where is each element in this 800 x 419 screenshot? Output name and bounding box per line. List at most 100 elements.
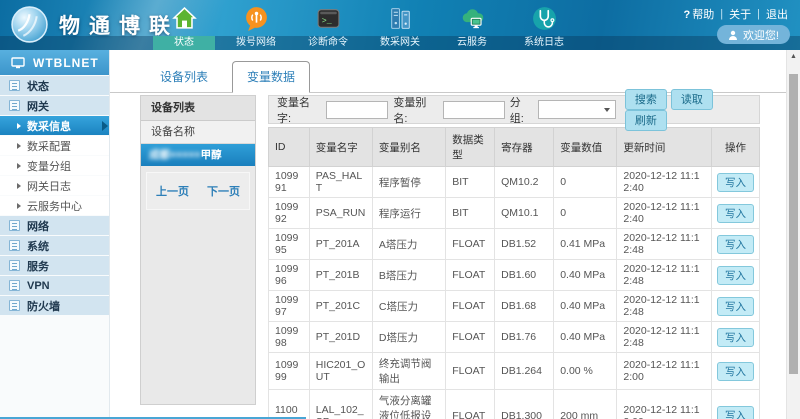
sidebar-item-network[interactable]: 网络 — [0, 216, 109, 235]
logout-link[interactable]: 退出 — [766, 6, 788, 22]
arrow-right-icon — [17, 123, 21, 129]
sidebar-item-label: 云服务中心 — [27, 198, 82, 214]
filter-buttons: 搜索读取刷新 — [621, 89, 751, 131]
sidebar: WTBLNET 状态网关数采信息数采配置变量分组网关日志云服务中心网络系统服务V… — [0, 50, 110, 419]
sidebar-item-label: 系统 — [27, 238, 49, 254]
top-links: ?帮助|关于|退出 — [684, 6, 788, 22]
sidebar-item-status[interactable]: 状态 — [0, 76, 109, 95]
sidebar-item-gateway-log[interactable]: 网关日志 — [0, 176, 109, 195]
refresh-button[interactable]: 刷新 — [625, 110, 667, 131]
list-icon — [9, 80, 20, 91]
var-alias-label: 变量别名: — [393, 94, 437, 126]
home-icon — [148, 3, 220, 34]
write-button[interactable]: 写入 — [717, 235, 754, 254]
device-next-page-link[interactable]: 下一页 — [207, 183, 240, 199]
sidebar-item-label: 状态 — [27, 78, 49, 94]
nav-item-data-gateway[interactable]: 数采网关 — [364, 0, 436, 50]
top-bar: 物通博联 状态拨号网络>_诊断命令数采网关云服务系统日志 ?帮助|关于|退出 欢… — [0, 0, 800, 50]
table-row: 110046LAL_102_SP气液分离罐液位低报设定FLOATDB1.3002… — [269, 390, 760, 419]
nav-item-label: 数采网关 — [369, 36, 431, 50]
cell-register: DB1.60 — [495, 260, 554, 291]
device-panel: 设备列表 设备名称 成都×××××甲醇 上一页 下一页 — [140, 95, 256, 405]
read-button[interactable]: 读取 — [671, 89, 713, 110]
device-name-redacted: 成都××××× — [149, 149, 201, 161]
nav-item-system-log[interactable]: 系统日志 — [508, 0, 580, 50]
cell-name: HIC201_OUT — [309, 353, 372, 390]
write-button[interactable]: 写入 — [717, 362, 754, 381]
scroll-up-icon[interactable]: ▲ — [787, 50, 800, 64]
arrow-right-icon — [17, 163, 21, 169]
tab-variable-data[interactable]: 变量数据 — [232, 61, 310, 93]
table-row: 109999HIC201_OUT终充调节阀输出FLOATDB1.2640.00 … — [269, 353, 760, 390]
cell-name: PT_201A — [309, 229, 372, 260]
nav-item-dial-network[interactable]: 拨号网络 — [220, 0, 292, 50]
filter-bar: 变量名字: 变量别名: 分组: 搜索读取刷新 — [268, 95, 760, 124]
dial-network-icon — [220, 3, 292, 34]
about-link[interactable]: 关于 — [729, 6, 751, 22]
var-name-input[interactable] — [326, 101, 388, 119]
sidebar-item-data-config[interactable]: 数采配置 — [0, 136, 109, 155]
write-button[interactable]: 写入 — [717, 173, 754, 192]
nav-item-cloud-service[interactable]: 云服务 — [436, 0, 508, 50]
cell-updated: 2020-12-12 11:12:48 — [617, 229, 712, 260]
table-row: 109998PT_201DD塔压力FLOATDB1.760.40 MPa2020… — [269, 322, 760, 353]
cell-alias: 程序暂停 — [372, 167, 445, 198]
terminal-icon: >_ — [292, 3, 364, 34]
sidebar-item-vpn[interactable]: VPN — [0, 276, 109, 295]
sidebar-item-service[interactable]: 服务 — [0, 256, 109, 275]
nav-item-status[interactable]: 状态 — [148, 0, 220, 50]
cell-type: FLOAT — [446, 390, 495, 419]
write-button[interactable]: 写入 — [717, 204, 754, 223]
sidebar-item-gateway[interactable]: 网关 — [0, 96, 109, 115]
nav-item-diagnostic[interactable]: >_诊断命令 — [292, 0, 364, 50]
write-button[interactable]: 写入 — [717, 297, 754, 316]
welcome-badge[interactable]: 欢迎您! — [717, 25, 790, 44]
device-item-selected[interactable]: 成都×××××甲醇 — [141, 144, 255, 166]
cell-updated: 2020-12-12 11:12:00 — [617, 353, 712, 390]
cell-value: 0 — [554, 198, 617, 229]
cell-updated: 2020-12-12 11:12:48 — [617, 291, 712, 322]
cell-name: PAS_HALT — [309, 167, 372, 198]
write-button[interactable]: 写入 — [717, 328, 754, 347]
sidebar-item-system[interactable]: 系统 — [0, 236, 109, 255]
var-alias-input[interactable] — [443, 101, 505, 119]
list-icon — [9, 100, 20, 111]
cell-action: 写入 — [712, 322, 760, 353]
cell-alias: 终充调节阀输出 — [372, 353, 445, 390]
main-area: 设备列表变量数据 设备列表 设备名称 成都×××××甲醇 上一页 下一页 变量名… — [110, 50, 786, 419]
scrollbar-thumb[interactable] — [789, 74, 798, 374]
cell-register: DB1.264 — [495, 353, 554, 390]
cell-updated: 2020-12-12 11:12:40 — [617, 167, 712, 198]
group-select[interactable] — [538, 100, 615, 119]
cell-id: 109999 — [269, 353, 310, 390]
group-label: 分组: — [510, 94, 534, 126]
cell-type: BIT — [446, 198, 495, 229]
help-link[interactable]: ?帮助 — [684, 6, 715, 22]
tab-device-list[interactable]: 设备列表 — [146, 62, 222, 92]
cell-type: FLOAT — [446, 322, 495, 353]
column-header: 变量名字 — [309, 128, 372, 167]
content-area: 设备列表 设备名称 成都×××××甲醇 上一页 下一页 变量名字: 变量别名: … — [110, 93, 786, 419]
cell-alias: D塔压力 — [372, 322, 445, 353]
sidebar-item-cloud-center[interactable]: 云服务中心 — [0, 196, 109, 215]
cell-updated: 2020-12-12 11:12:00 — [617, 390, 712, 419]
write-button[interactable]: 写入 — [717, 406, 754, 419]
search-button[interactable]: 搜索 — [625, 89, 667, 110]
cell-type: FLOAT — [446, 291, 495, 322]
list-icon — [9, 220, 20, 231]
variable-table: ID变量名字变量别名数据类型寄存器变量数值更新时间操作109991PAS_HAL… — [268, 127, 760, 419]
sidebar-item-var-group[interactable]: 变量分组 — [0, 156, 109, 175]
write-button[interactable]: 写入 — [717, 266, 754, 285]
sidebar-item-label: 网络 — [27, 218, 49, 234]
arrow-right-icon — [17, 143, 21, 149]
cell-type: BIT — [446, 167, 495, 198]
sidebar-item-label: 服务 — [27, 258, 49, 274]
data-gateway-icon — [364, 3, 436, 34]
device-prev-page-link[interactable]: 上一页 — [156, 183, 189, 199]
sidebar-item-data-info[interactable]: 数采信息 — [0, 116, 109, 135]
arrow-right-icon — [17, 203, 21, 209]
table-row: 109992PSA_RUN程序运行BITQM10.102020-12-12 11… — [269, 198, 760, 229]
column-header: 变量别名 — [372, 128, 445, 167]
cell-value: 0.40 MPa — [554, 322, 617, 353]
sidebar-item-firewall[interactable]: 防火墙 — [0, 296, 109, 315]
